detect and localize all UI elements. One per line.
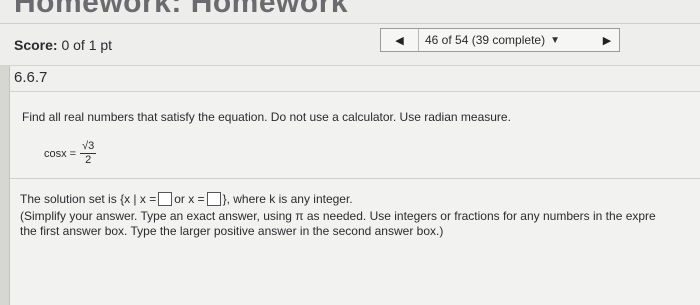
triangle-left-icon: ◀ — [395, 34, 404, 47]
set-open: {x | x = — [120, 192, 157, 206]
section-header: 6.6.7 — [10, 66, 700, 92]
section-number: 6.6.7 — [14, 69, 48, 86]
equation: cosx = √3 2 — [44, 140, 97, 167]
page-title: Homework: Homework — [14, 0, 349, 19]
triangle-right-icon: ▶ — [602, 34, 612, 47]
score-display: Score: 0 of 1 pt — [14, 37, 112, 53]
score-label: Score: — [14, 37, 58, 53]
answer-box-2[interactable] — [206, 192, 221, 206]
triangle-down-icon: ▼ — [550, 34, 560, 46]
question-position-dropdown[interactable]: 46 of 54 (39 complete) ▼ — [419, 33, 619, 47]
score-bar: Score: 0 of 1 pt ◀ 46 of 54 (39 complete… — [0, 24, 700, 66]
previous-question-button[interactable]: ◀ — [381, 29, 419, 51]
hint-line-1: (Simplify your answer. Type an exact ans… — [20, 209, 656, 223]
score-value: 0 of 1 pt — [61, 37, 113, 53]
or-text: or x = — [174, 192, 205, 206]
answer-instructions: (Simplify your answer. Type an exact ans… — [20, 209, 700, 239]
answer-box-1[interactable] — [158, 192, 173, 206]
fraction: √3 2 — [80, 140, 97, 167]
problem-instruction: Find all real numbers that satisfy the e… — [22, 110, 511, 124]
divider — [10, 178, 700, 179]
left-panel-edge — [0, 66, 10, 305]
fraction-numerator: √3 — [80, 140, 97, 154]
equation-lhs: cosx = — [44, 147, 77, 160]
solution-suffix: , where k is any integer. — [226, 192, 353, 206]
hint-line-2: the first answer box. Type the larger po… — [20, 224, 444, 238]
question-navigator: ◀ 46 of 54 (39 complete) ▼ — [380, 28, 620, 52]
question-content: Find all real numbers that satisfy the e… — [10, 92, 700, 305]
question-position: 46 of 54 (39 complete) — [425, 33, 546, 47]
solution-prefix: The solution set is — [20, 192, 117, 206]
solution-set-line: The solution set is {x | x = or x = } , … — [20, 192, 353, 206]
header-band: Homework: Homework — [0, 0, 700, 24]
next-question-button[interactable]: ▶ — [590, 28, 624, 52]
fraction-denominator: 2 — [85, 154, 92, 166]
